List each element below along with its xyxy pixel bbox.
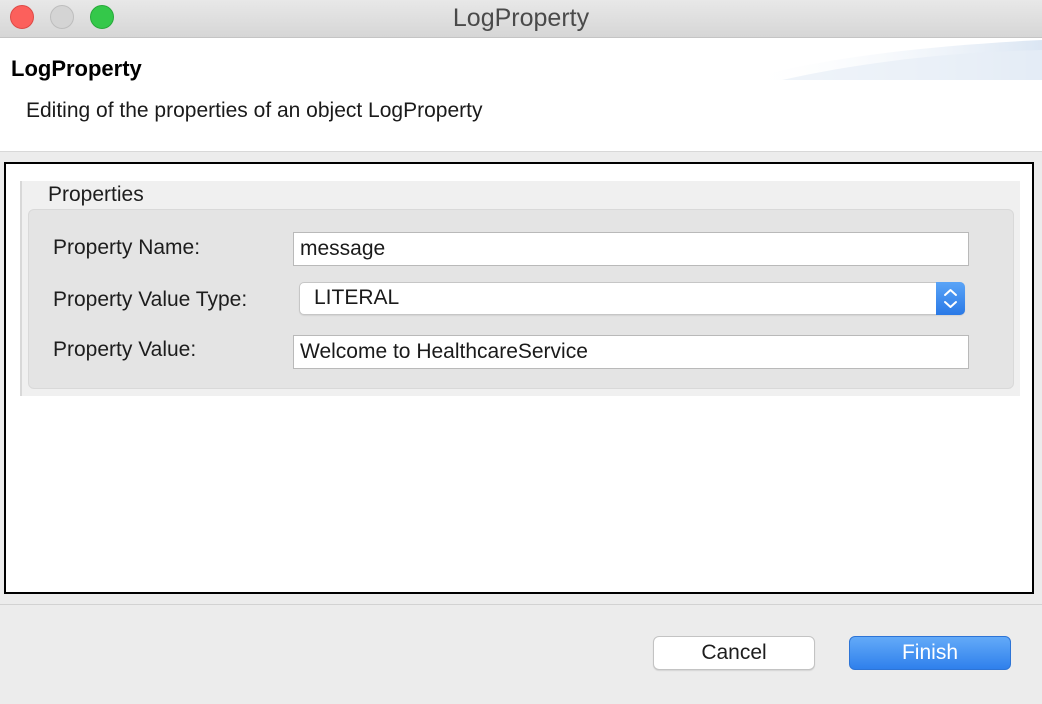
wizard-banner: LogProperty Editing of the properties of… xyxy=(0,38,1042,152)
chevron-up-down-icon[interactable] xyxy=(936,282,965,315)
property-name-input[interactable] xyxy=(293,232,969,266)
property-value-label: Property Value: xyxy=(53,338,197,361)
title-bar[interactable]: LogProperty xyxy=(0,0,1042,38)
property-name-label: Property Name: xyxy=(53,236,201,259)
property-value-type-select[interactable]: LITERAL xyxy=(299,282,965,315)
properties-group-legend: Properties xyxy=(48,183,144,206)
property-value-input[interactable] xyxy=(293,335,969,369)
content-panel: Properties Property Name: Property Value… xyxy=(4,162,1034,594)
properties-group-box: Property Name: Property Value Type: LITE… xyxy=(28,209,1014,389)
property-value-type-selected: LITERAL xyxy=(314,286,400,309)
finish-button[interactable]: Finish xyxy=(849,636,1011,670)
dialog-window: LogProperty LogProperty Editing of the p… xyxy=(0,0,1042,704)
page-description: Editing of the properties of an object L… xyxy=(26,99,483,122)
properties-group: Properties Property Name: Property Value… xyxy=(20,181,1020,396)
cancel-button[interactable]: Cancel xyxy=(653,636,815,670)
property-value-type-label: Property Value Type: xyxy=(53,288,248,311)
page-title: LogProperty xyxy=(11,56,142,81)
banner-decoration xyxy=(742,40,1042,80)
footer-divider xyxy=(0,604,1042,605)
window-title: LogProperty xyxy=(452,4,590,32)
